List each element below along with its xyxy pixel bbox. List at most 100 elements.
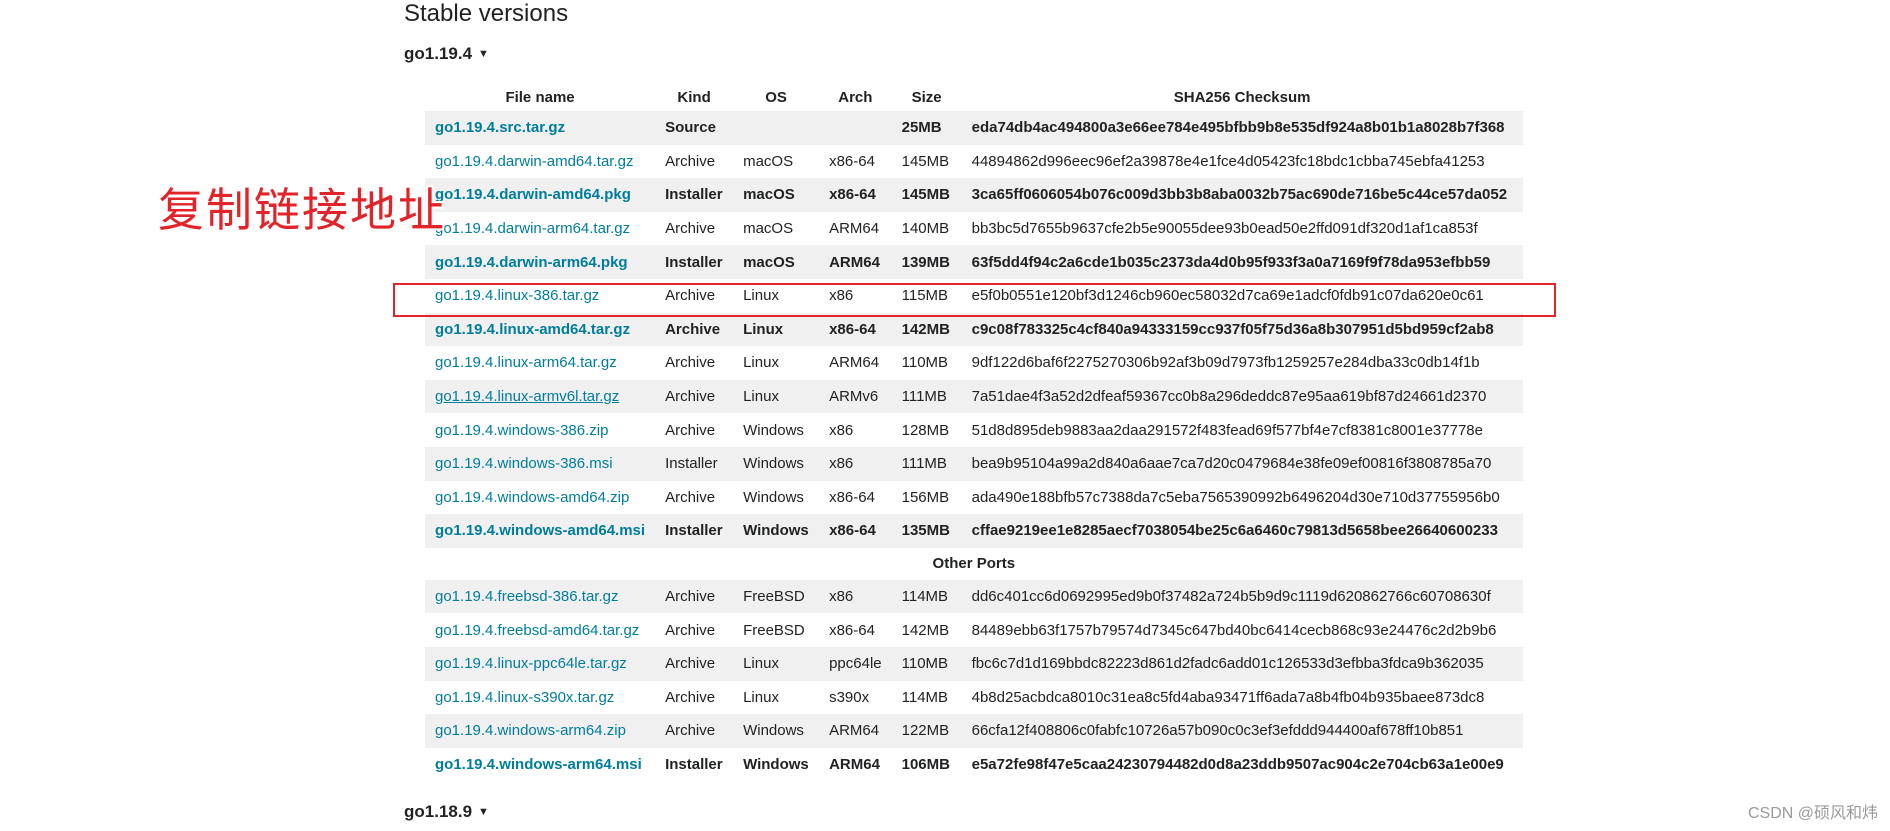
download-link[interactable]: go1.19.4.freebsd-amd64.tar.gz xyxy=(435,622,639,639)
table-row: go1.19.4.windows-arm64.msi Installer Windo… xyxy=(425,747,1523,782)
cell-sha256: 44894862d996eec96ef2a39878e4e1fce4d05423… xyxy=(961,144,1523,179)
downloads-table-body: go1.19.4.src.tar.gz Source 25MB eda74db4ac4… xyxy=(425,111,1523,782)
table-row: go1.19.4.src.tar.gz Source 25MB eda74db4ac4… xyxy=(425,111,1523,145)
cell-size: 114MB xyxy=(891,680,962,715)
cell-os: Linux xyxy=(733,312,820,347)
cell-os: macOS xyxy=(733,178,820,212)
cell-kind: Archive xyxy=(655,278,734,313)
cell-os: FreeBSD xyxy=(733,613,820,647)
table-row: go1.19.4.linux-ppc64le.tar.gz Archive Linu… xyxy=(425,646,1523,681)
cell-size: 114MB xyxy=(891,579,962,614)
annotation-text: 复制链接地址 xyxy=(158,183,446,237)
download-link[interactable]: go1.19.4.darwin-arm64.pkg xyxy=(435,254,628,271)
cell-kind: Installer xyxy=(655,446,734,481)
table-row: go1.19.4.linux-armv6l.tar.gz Archive Linux… xyxy=(425,379,1523,414)
download-link[interactable]: go1.19.4.linux-386.tar.gz xyxy=(435,287,599,304)
table-row: go1.19.4.linux-arm64.tar.gz Archive Linux A… xyxy=(425,346,1523,380)
cell-file-name: go1.19.4.linux-armv6l.tar.gz xyxy=(425,379,656,414)
cell-kind: Archive xyxy=(655,413,734,447)
cell-file-name: go1.19.4.windows-arm64.msi xyxy=(425,747,656,782)
cell-arch: ARM64 xyxy=(819,714,892,748)
download-link[interactable]: go1.19.4.freebsd-386.tar.gz xyxy=(435,588,618,605)
table-row: go1.19.4.darwin-amd64.tar.gz Archive macOS… xyxy=(425,144,1523,179)
watermark: CSDN @硕风和炜 xyxy=(1747,805,1878,822)
cell-size: 145MB xyxy=(891,178,962,212)
cell-file-name: go1.19.4.freebsd-386.tar.gz xyxy=(425,579,656,614)
cell-arch: x86-64 xyxy=(819,312,892,347)
cell-file-name: go1.19.4.linux-386.tar.gz xyxy=(425,278,656,313)
cell-arch xyxy=(819,111,892,145)
cell-os: Linux xyxy=(733,379,820,414)
cell-file-name: go1.19.4.linux-ppc64le.tar.gz xyxy=(425,646,656,681)
cell-kind: Installer xyxy=(655,514,734,548)
download-link[interactable]: go1.19.4.darwin-arm64.tar.gz xyxy=(435,220,630,237)
cell-os: Linux xyxy=(733,680,820,715)
download-link[interactable]: go1.19.4.windows-arm64.zip xyxy=(435,722,626,739)
cell-arch: s390x xyxy=(819,680,892,715)
cell-size: 110MB xyxy=(891,346,962,380)
download-link[interactable]: go1.19.4.linux-s390x.tar.gz xyxy=(435,689,614,706)
cell-file-name: go1.19.4.windows-386.zip xyxy=(425,413,656,447)
cell-kind: Archive xyxy=(655,613,734,647)
cell-file-name: go1.19.4.linux-arm64.tar.gz xyxy=(425,346,656,380)
cell-arch: x86 xyxy=(819,413,892,447)
cell-sha256: 3ca65ff0606054b076c009d3bb3b8aba0032b75a… xyxy=(961,178,1523,212)
caret-down-icon: ▼ xyxy=(478,806,489,818)
cell-sha256: eda74db4ac494800a3e66ee784e495bfbb9b8e53… xyxy=(961,111,1523,145)
cell-os xyxy=(733,111,820,145)
download-link[interactable]: go1.19.4.windows-386.msi xyxy=(435,455,613,472)
table-row: go1.19.4.windows-amd64.zip Archive Windows… xyxy=(425,480,1523,515)
cell-size: 122MB xyxy=(891,714,962,748)
cell-os: Windows xyxy=(733,413,820,447)
version-toggle-go1-19-4[interactable]: go1.19.4 ▼ xyxy=(404,44,489,64)
cell-size: 142MB xyxy=(891,613,962,647)
cell-size: 111MB xyxy=(891,379,962,414)
cell-arch: x86-64 xyxy=(819,613,892,647)
version-label: go1.19.4 xyxy=(404,44,473,63)
download-link[interactable]: go1.19.4.src.tar.gz xyxy=(435,119,565,136)
cell-arch: x86-64 xyxy=(819,178,892,212)
download-link[interactable]: go1.19.4.linux-ppc64le.tar.gz xyxy=(435,655,627,672)
cell-arch: x86 xyxy=(819,579,892,614)
cell-os: Linux xyxy=(733,346,820,380)
download-link[interactable]: go1.19.4.darwin-amd64.tar.gz xyxy=(435,153,633,170)
table-row: go1.19.4.windows-386.msi Installer Windows… xyxy=(425,446,1523,481)
cell-sha256: c9c08f783325c4cf840a94333159cc937f05f75d… xyxy=(961,312,1523,347)
cell-size: 111MB xyxy=(891,446,962,481)
cell-arch: x86-64 xyxy=(819,144,892,179)
cell-os: macOS xyxy=(733,144,820,179)
cell-arch: x86 xyxy=(819,278,892,313)
download-link[interactable]: go1.19.4.windows-386.zip xyxy=(435,422,608,439)
caret-down-icon: ▼ xyxy=(478,48,489,60)
cell-arch: ARMv6 xyxy=(819,379,892,414)
download-link[interactable]: go1.19.4.linux-armv6l.tar.gz xyxy=(435,388,619,405)
table-row: go1.19.4.freebsd-386.tar.gz Archive FreeBS… xyxy=(425,579,1523,614)
table-row: go1.19.4.windows-arm64.zip Archive Windows… xyxy=(425,714,1523,748)
header-os: OS xyxy=(765,89,787,106)
cell-file-name: go1.19.4.src.tar.gz xyxy=(425,111,656,145)
header-file-name: File name xyxy=(505,89,575,106)
cell-kind: Installer xyxy=(655,747,734,782)
download-link[interactable]: go1.19.4.darwin-amd64.pkg xyxy=(435,186,631,203)
download-link[interactable]: go1.19.4.windows-amd64.msi xyxy=(435,522,645,539)
cell-size: 25MB xyxy=(891,111,962,145)
cell-sha256: ada490e188bfb57c7388da7c5eba7565390992b6… xyxy=(961,480,1523,515)
cell-size: 145MB xyxy=(891,144,962,179)
download-link[interactable]: go1.19.4.windows-arm64.msi xyxy=(435,756,642,773)
cell-sha256: bb3bc5d7655b9637cfe2b5e90055dee93b0ead50… xyxy=(961,211,1523,246)
cell-kind: Archive xyxy=(655,579,734,614)
cell-sha256: 7a51dae4f3a52d2dfeaf59367cc0b8a296deddc8… xyxy=(961,379,1523,414)
cell-kind: Archive xyxy=(655,480,734,515)
other-ports-row: Other Ports xyxy=(425,547,1523,580)
cell-os: macOS xyxy=(733,211,820,246)
table-row: go1.19.4.windows-386.zip Archive Windows x8… xyxy=(425,413,1523,447)
cell-sha256: 9df122d6baf6f2275270306b92af3b09d7973fb1… xyxy=(961,346,1523,380)
version-toggle-go1-18-9[interactable]: go1.18.9 ▼ xyxy=(404,802,489,822)
download-link[interactable]: go1.19.4.windows-amd64.zip xyxy=(435,489,629,506)
cell-kind: Archive xyxy=(655,646,734,681)
header-sha256: SHA256 Checksum xyxy=(1173,89,1311,106)
download-link[interactable]: go1.19.4.linux-arm64.tar.gz xyxy=(435,354,617,371)
cell-os: macOS xyxy=(733,245,820,279)
download-link[interactable]: go1.19.4.linux-amd64.tar.gz xyxy=(435,321,630,338)
table-row: go1.19.4.linux-386.tar.gz Archive Linux x86… xyxy=(425,278,1523,313)
